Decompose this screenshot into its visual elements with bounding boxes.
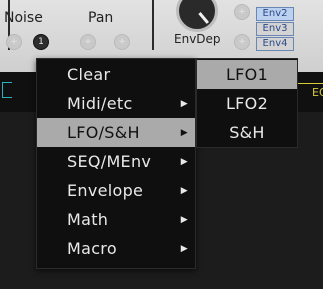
submenu-arrow-icon: ▶ — [180, 214, 188, 225]
submenu-item-label: S&H — [229, 123, 265, 142]
submenu-arrow-icon: ▶ — [180, 243, 188, 254]
env-mod-dot[interactable]: + — [234, 34, 250, 50]
menu-item-label: Envelope — [67, 181, 144, 200]
menu-item-macro[interactable]: Macro ▶ — [37, 234, 195, 263]
menu-item-label: Math — [67, 210, 109, 229]
cyan-bracket — [2, 82, 12, 98]
env-dep-label: EnvDep — [174, 32, 221, 46]
menu-item-lfo-sh[interactable]: LFO/S&H ▶ — [37, 118, 195, 147]
menu-item-label: Midi/etc — [67, 94, 133, 113]
panel-divider — [152, 0, 154, 50]
menu-item-math[interactable]: Math ▶ — [37, 205, 195, 234]
menu-item-envelope[interactable]: Envelope ▶ — [37, 176, 195, 205]
pan-mod-dot[interactable]: + — [80, 34, 96, 50]
menu-item-label: SEQ/MEnv — [67, 152, 152, 171]
menu-item-seq-menv[interactable]: SEQ/MEnv ▶ — [37, 147, 195, 176]
submenu-arrow-icon: ▶ — [180, 98, 188, 109]
noise-mod-dot[interactable]: + — [6, 34, 22, 50]
knob-pointer — [198, 12, 210, 24]
submenu-item-lfo2[interactable]: LFO2 — [197, 89, 297, 118]
mod-source-menu: Clear Midi/etc ▶ LFO/S&H ▶ SEQ/MEnv ▶ En… — [36, 58, 196, 269]
submenu-item-label: LFO2 — [225, 94, 269, 113]
pan-mod-dot[interactable]: + — [114, 34, 130, 50]
menu-item-clear[interactable]: Clear — [37, 60, 195, 89]
menu-item-label: Clear — [67, 65, 111, 84]
menu-item-midi-etc[interactable]: Midi/etc ▶ — [37, 89, 195, 118]
pan-label: Pan — [88, 10, 114, 26]
env-mod-dot[interactable]: + — [234, 4, 250, 20]
menu-item-label: Macro — [67, 239, 117, 258]
noise-mod-dot-active[interactable]: 1 — [33, 34, 49, 50]
env-tab-2[interactable]: Env2 — [256, 7, 294, 21]
menu-item-label: LFO/S&H — [67, 123, 140, 142]
lfo-sh-submenu: LFO1 LFO2 S&H — [196, 58, 298, 148]
noise-label: Noise — [4, 10, 43, 26]
submenu-item-lfo1[interactable]: LFO1 — [197, 60, 297, 89]
submenu-item-sh[interactable]: S&H — [197, 118, 297, 147]
submenu-arrow-icon: ▶ — [180, 156, 188, 167]
submenu-arrow-icon: ▶ — [180, 185, 188, 196]
submenu-item-label: LFO1 — [225, 65, 269, 84]
submenu-arrow-icon: ▶ — [180, 127, 188, 138]
env-tab-3[interactable]: Env3 — [256, 22, 294, 36]
env-tab-4[interactable]: Env4 — [256, 37, 294, 51]
